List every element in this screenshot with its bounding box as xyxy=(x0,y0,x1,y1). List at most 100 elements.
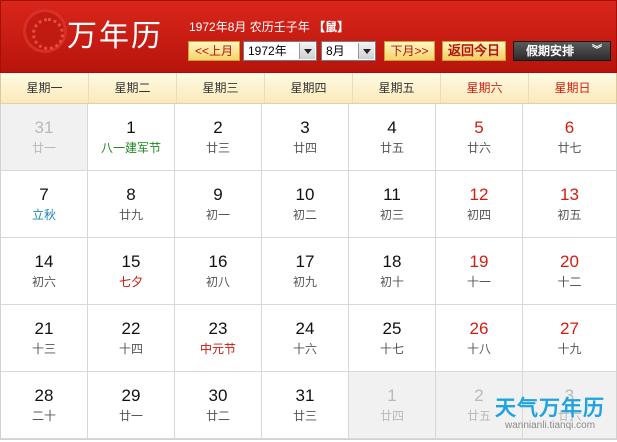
day-cell[interactable]: 15 七夕 xyxy=(88,238,175,305)
day-number: 10 xyxy=(295,185,315,204)
chevron-down-icon: ︾ xyxy=(592,45,602,56)
holiday-schedule-button[interactable]: 假期安排 ︾ xyxy=(513,41,611,61)
lunar-date: 初一 xyxy=(205,208,230,222)
day-number: 1 xyxy=(126,118,136,137)
day-cell[interactable]: 2 廿三 xyxy=(175,104,262,171)
date-text: 1972年8月 农历壬子年 xyxy=(189,20,310,34)
lunar-date: 十四 xyxy=(118,342,143,356)
day-number: 12 xyxy=(469,185,489,204)
year-select-value: 1972年 xyxy=(248,44,287,58)
lunar-date: 廿四 xyxy=(292,141,317,155)
lunar-date: 廿二 xyxy=(205,409,230,423)
day-cell[interactable]: 4 廿五 xyxy=(349,104,436,171)
day-cell[interactable]: 25 十七 xyxy=(349,305,436,372)
day-cell[interactable]: 7 立秋 xyxy=(1,171,88,238)
day-number: 19 xyxy=(469,252,489,271)
lunar-date: 初十 xyxy=(379,275,404,289)
day-cell[interactable]: 30 廿二 xyxy=(175,372,262,439)
day-cell[interactable]: 24 十六 xyxy=(262,305,349,372)
day-number: 16 xyxy=(208,252,228,271)
lunar-date: 八一建军节 xyxy=(100,141,161,155)
month-dropdown-arrow-icon[interactable] xyxy=(358,43,374,59)
day-number: 25 xyxy=(382,319,402,338)
day-number: 31 xyxy=(295,386,315,405)
day-number: 23 xyxy=(208,319,228,338)
day-cell[interactable]: 22 十四 xyxy=(88,305,175,372)
lunar-date: 廿三 xyxy=(205,141,230,155)
lunar-date: 十二 xyxy=(557,275,582,289)
lunar-date: 初八 xyxy=(205,275,230,289)
day-number: 3 xyxy=(300,118,310,137)
day-cell[interactable]: 28 二十 xyxy=(1,372,88,439)
day-cell[interactable]: 21 十三 xyxy=(1,305,88,372)
zodiac-sign: 鼠 xyxy=(325,20,338,34)
lunar-date: 廿六 xyxy=(466,141,491,155)
day-number: 6 xyxy=(564,118,575,137)
day-cell[interactable]: 29 廿一 xyxy=(88,372,175,439)
day-cell[interactable]: 3 廿四 xyxy=(262,104,349,171)
day-number: 29 xyxy=(121,386,141,405)
lunar-date: 廿九 xyxy=(118,208,143,222)
zodiac-open: 【 xyxy=(313,20,326,34)
lunar-date: 二十 xyxy=(31,409,56,423)
day-cell[interactable]: 31 廿三 xyxy=(262,372,349,439)
day-cell[interactable]: 17 初九 xyxy=(262,238,349,305)
day-number: 18 xyxy=(382,252,402,271)
day-cell[interactable]: 26 十八 xyxy=(436,305,523,372)
day-cell[interactable]: 6 廿七 xyxy=(523,104,616,171)
day-number: 13 xyxy=(560,185,579,204)
day-cell[interactable]: 8 廿九 xyxy=(88,171,175,238)
day-cell[interactable]: 1 八一建军节 xyxy=(88,104,175,171)
day-cell[interactable]: 13 初五 xyxy=(523,171,616,238)
weekday-sun: 星期日 xyxy=(554,81,591,95)
zodiac-close: 】 xyxy=(337,20,350,34)
day-cell[interactable]: 27 十九 xyxy=(523,305,616,372)
day-number: 9 xyxy=(213,185,223,204)
day-number: 30 xyxy=(208,386,228,405)
day-number: 26 xyxy=(469,319,489,338)
prev-month-button[interactable]: <<上月 xyxy=(188,41,240,61)
day-cell[interactable]: 16 初八 xyxy=(175,238,262,305)
watermark-title: 天气万年历 xyxy=(495,396,605,420)
year-dropdown-arrow-icon[interactable] xyxy=(299,43,315,59)
next-month-button[interactable]: 下月>> xyxy=(384,41,435,61)
lunar-date: 初六 xyxy=(31,275,56,289)
weekday-mon: 星期一 xyxy=(1,73,89,103)
day-number: 1 xyxy=(387,386,397,405)
month-select-value: 8月 xyxy=(326,44,345,58)
weekday-tue: 星期二 xyxy=(89,73,177,103)
day-number: 22 xyxy=(121,319,141,338)
day-cell[interactable]: 23 中元节 xyxy=(175,305,262,372)
day-number: 15 xyxy=(121,252,141,271)
day-number: 14 xyxy=(34,252,54,271)
site-watermark: 天气万年历 wannianli.tianqi.com xyxy=(486,396,614,440)
weekday-thu: 星期四 xyxy=(265,73,353,103)
day-cell[interactable]: 20 十二 xyxy=(523,238,616,305)
day-number: 31 xyxy=(34,118,54,137)
year-select[interactable]: 1972年 xyxy=(243,41,317,61)
day-number: 17 xyxy=(295,252,315,271)
day-cell[interactable]: 14 初六 xyxy=(1,238,88,305)
day-cell[interactable]: 31 廿一 xyxy=(1,104,88,171)
day-cell[interactable]: 11 初三 xyxy=(349,171,436,238)
month-select[interactable]: 8月 xyxy=(321,41,376,61)
lunar-date: 廿七 xyxy=(557,141,582,155)
calendar-header: 万年历 1972年8月 农历壬子年 【鼠】 <<上月 1972年 8月 下月>>… xyxy=(0,0,617,73)
lunar-date: 初四 xyxy=(466,208,491,222)
lunar-date: 中元节 xyxy=(199,342,236,356)
day-cell[interactable]: 12 初四 xyxy=(436,171,523,238)
back-to-today-button[interactable]: 返回今日 xyxy=(442,41,506,61)
watermark-url: wannianli.tianqi.com xyxy=(504,420,596,431)
day-cell[interactable]: 9 初一 xyxy=(175,171,262,238)
lunar-date: 初五 xyxy=(557,208,582,222)
day-cell[interactable]: 19 十一 xyxy=(436,238,523,305)
day-cell[interactable]: 1 廿四 xyxy=(349,372,436,439)
day-cell[interactable]: 18 初十 xyxy=(349,238,436,305)
lunar-date: 十八 xyxy=(466,342,491,356)
day-number: 24 xyxy=(295,319,315,338)
rat-logo-icon xyxy=(23,9,67,53)
day-number: 27 xyxy=(560,319,579,338)
lunar-date: 十九 xyxy=(557,342,582,356)
day-cell[interactable]: 5 廿六 xyxy=(436,104,523,171)
day-cell[interactable]: 10 初二 xyxy=(262,171,349,238)
